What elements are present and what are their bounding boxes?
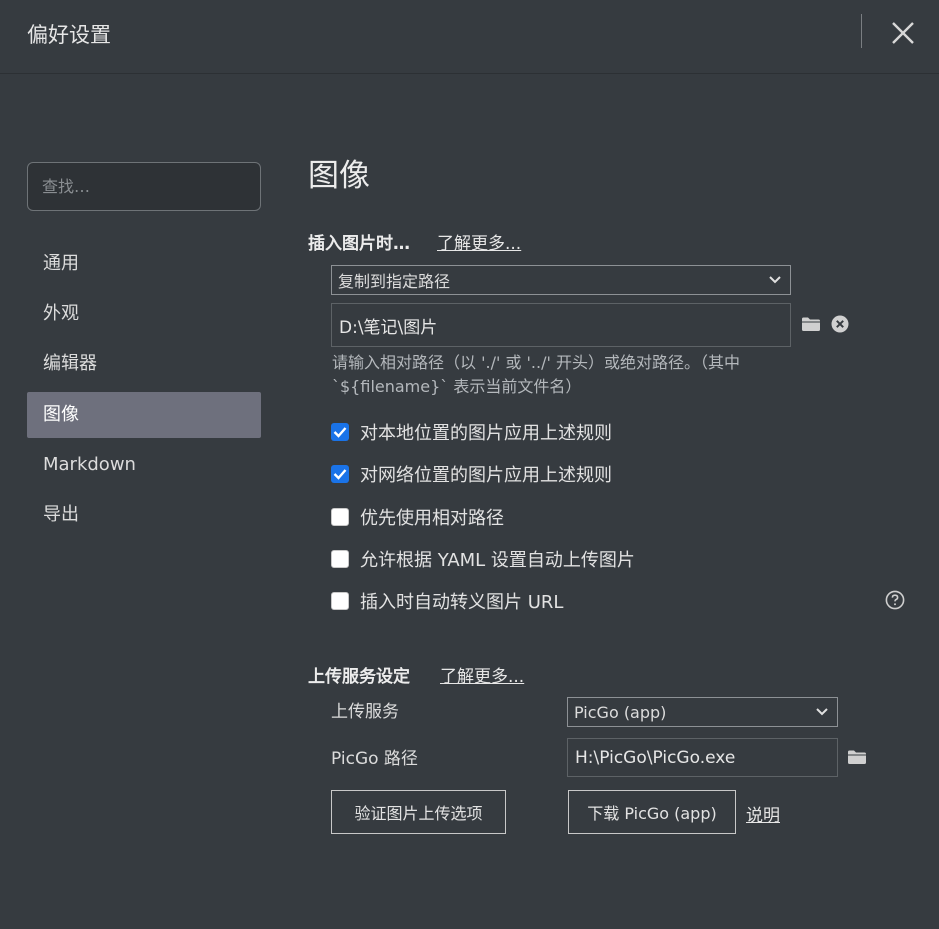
clear-circle-icon [831,315,849,333]
checkbox-checked[interactable] [331,423,349,441]
help-button[interactable] [885,590,905,614]
folder-icon [848,750,866,764]
option-escape-url[interactable]: 插入时自动转义图片 URL [331,590,564,613]
search-input[interactable] [27,162,261,211]
upload-section-label: 上传服务设定 [308,667,410,687]
question-circle-icon [885,590,905,610]
option-label: 对网络位置的图片应用上述规则 [360,465,612,486]
picgo-path-input[interactable]: H:\PicGo\PicGo.exe [567,738,838,777]
insert-learn-more-link[interactable]: 了解更多... [437,229,521,254]
sidebar-item-editor[interactable]: 编辑器 [27,341,261,387]
close-icon [892,22,914,44]
option-yaml-auto-upload[interactable]: 允许根据 YAML 设置自动上传图片 [331,548,635,571]
option-label: 允许根据 YAML 设置自动上传图片 [360,550,635,571]
checkbox-unchecked[interactable] [331,592,349,610]
option-apply-local[interactable]: 对本地位置的图片应用上述规则 [331,421,612,444]
picgo-path-label: PicGo 路径 [331,749,418,769]
upload-service-label: 上传服务 [331,702,399,722]
browse-folder-button[interactable] [801,316,821,336]
sidebar-item-general[interactable]: 通用 [27,241,261,287]
title-bar: 偏好设置 [0,0,939,74]
clear-path-button[interactable] [831,315,849,337]
sidebar-item-markdown[interactable]: Markdown [27,442,261,488]
title-divider [861,14,862,48]
insert-action-select[interactable]: 复制到指定路径 [331,265,791,295]
sidebar-item-export[interactable]: 导出 [27,492,261,538]
checkmark-icon [333,469,347,480]
insert-section-label: 插入图片时… [308,234,410,254]
path-hint-text: 请输入相对路径（以 './' 或 '../' 开头）或绝对路径。（其中 `${f… [332,353,740,396]
sidebar-item-image[interactable]: 图像 [27,392,261,438]
sidebar-item-appearance[interactable]: 外观 [27,291,261,337]
checkmark-icon [333,427,347,438]
checkbox-unchecked[interactable] [331,508,349,526]
verify-upload-button[interactable]: 验证图片上传选项 [331,790,506,834]
chevron-down-icon [816,708,828,716]
page-title: 图像 [308,158,370,194]
option-prefer-relative[interactable]: 优先使用相对路径 [331,506,504,529]
folder-icon [802,317,820,331]
checkbox-checked[interactable] [331,465,349,483]
close-button[interactable] [886,16,920,50]
chevron-down-icon [769,276,781,284]
option-label: 优先使用相对路径 [360,508,504,529]
download-picgo-button[interactable]: 下载 PicGo (app) [568,790,736,834]
window-title: 偏好设置 [27,23,111,47]
upload-service-select[interactable]: PicGo (app) [567,697,838,727]
upload-service-value: PicGo (app) [574,702,667,722]
option-apply-network[interactable]: 对网络位置的图片应用上述规则 [331,463,612,486]
help-doc-link[interactable]: 说明 [746,801,780,826]
browse-picgo-button[interactable] [847,749,867,769]
upload-learn-more-link[interactable]: 了解更多... [440,662,524,687]
image-path-value: D:\笔记\图片 [339,317,438,338]
checkbox-unchecked[interactable] [331,550,349,568]
image-path-input[interactable]: D:\笔记\图片 [331,303,791,347]
option-label: 对本地位置的图片应用上述规则 [360,423,612,444]
option-label: 插入时自动转义图片 URL [360,592,564,613]
insert-action-value: 复制到指定路径 [338,272,451,291]
picgo-path-value: H:\PicGo\PicGo.exe [575,747,736,768]
